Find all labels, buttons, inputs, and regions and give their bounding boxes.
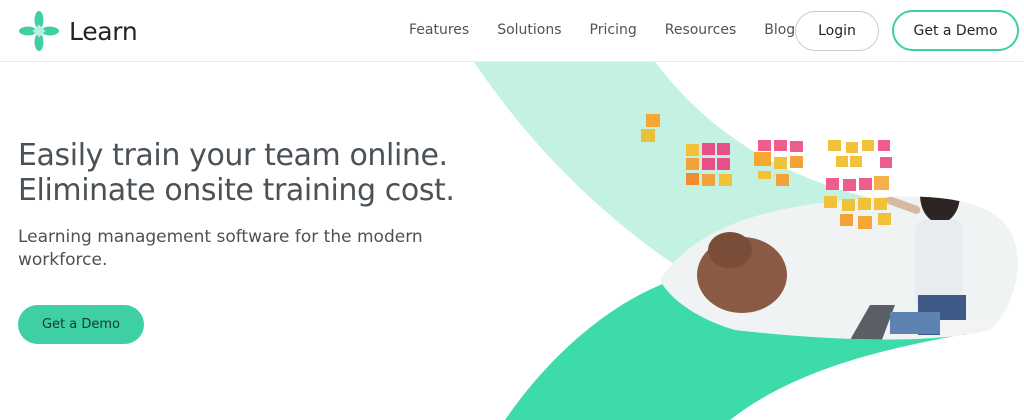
nav-link-blog[interactable]: Blog	[764, 22, 795, 38]
hero-get-demo-button[interactable]: Get a Demo	[18, 305, 144, 344]
brand-name: Learn	[69, 16, 138, 46]
clover-cross-icon	[19, 11, 59, 51]
hero-headline-line-1: Easily train your team online.	[18, 138, 448, 173]
hero-headline: Easily train your team online. Eliminate…	[18, 138, 455, 208]
nav-link-solutions[interactable]: Solutions	[497, 22, 561, 38]
hero-subheadline: Learning management software for the mod…	[18, 227, 423, 270]
primary-nav: Features Solutions Pricing Resources Blo…	[409, 22, 795, 38]
nav-link-pricing[interactable]: Pricing	[590, 22, 637, 38]
login-button[interactable]: Login	[795, 11, 879, 51]
top-navbar: Learn Features Solutions Pricing Resourc…	[0, 0, 1024, 62]
hero-background	[474, 62, 1018, 420]
brand-logo[interactable]: Learn	[17, 9, 138, 53]
hero-headline-line-2: Eliminate onsite training cost.	[18, 173, 455, 208]
nav-link-features[interactable]: Features	[409, 22, 469, 38]
nav-link-resources[interactable]: Resources	[665, 22, 737, 38]
nav-get-demo-button[interactable]: Get a Demo	[892, 10, 1019, 51]
